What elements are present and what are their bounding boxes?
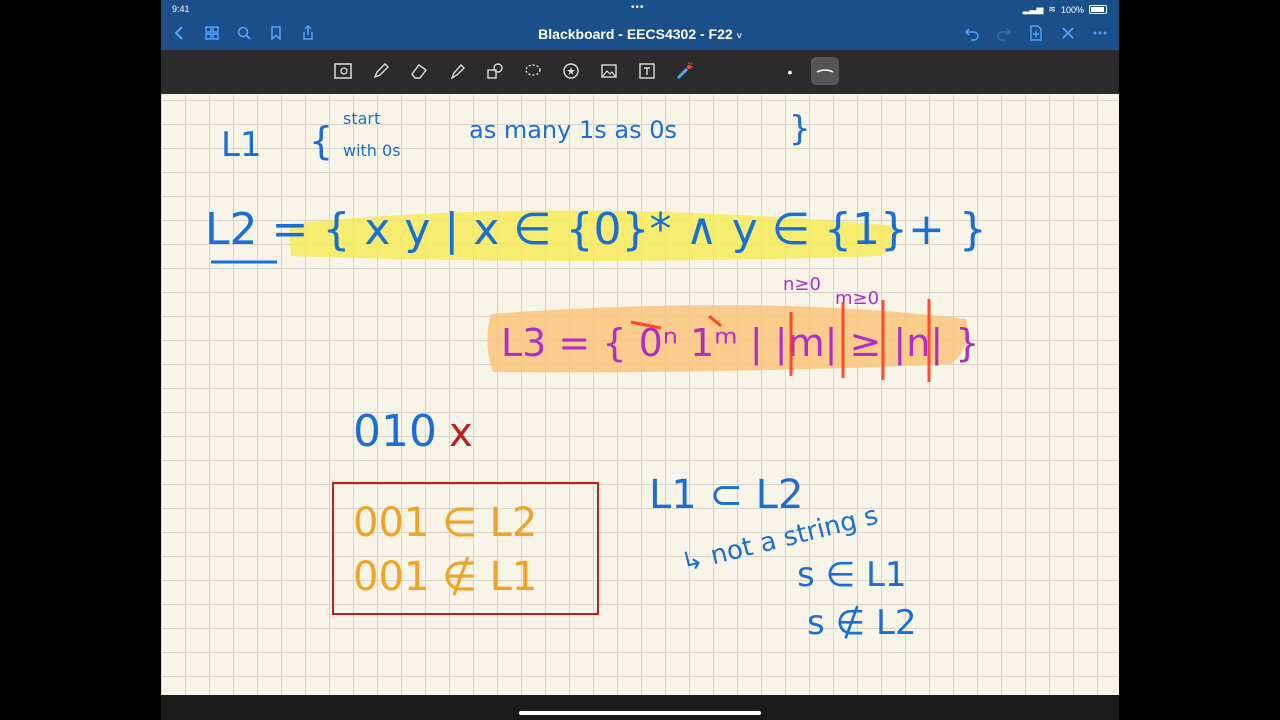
bottom-strip [161,695,1119,720]
scan-tool-icon[interactable] [329,57,357,85]
clock: 9:41 [172,4,190,14]
highlighter-icon[interactable] [443,57,471,85]
sticker-icon[interactable] [557,57,585,85]
s-in-l1: s ∈ L1 [797,555,907,595]
add-page-icon[interactable] [1027,24,1045,42]
text-box-icon[interactable] [633,57,661,85]
l3-cond-n: n≥0 [783,274,821,295]
tool-bar: • [161,50,1119,94]
undo-icon[interactable] [963,24,981,42]
ipad-screen: 9:41 ••• ▂▃▅ ≋ 100% Blackboard - EECS430… [161,0,1119,720]
status-bar: 9:41 ••• ▂▃▅ ≋ 100% [161,0,1119,18]
handwriting-canvas: L1 { start with 0s as many 1s as 0s } L2… [205,109,987,643]
title-text: Blackboard - EECS4302 - F22 [538,26,733,42]
battery-percent: 100% [1060,4,1084,15]
s-not-in-l2: s ∉ L2 [807,603,917,643]
image-icon[interactable] [595,57,623,85]
eraser-icon[interactable] [405,57,433,85]
redo-icon[interactable] [995,24,1013,42]
l1-condition: as many 1s as 0s [469,116,677,144]
more-options-icon[interactable] [1091,24,1109,42]
l1-label: L1 [221,125,262,165]
box-line-1: 001 ∈ L2 [353,500,537,546]
laser-pointer-icon[interactable] [671,57,699,85]
notebook-page[interactable]: L1 { start with 0s as many 1s as 0s } L2… [161,94,1119,695]
nav-bar: Blackboard - EECS4302 - F22 ˅ [161,18,1119,50]
try-mark: x [449,410,473,456]
try-string: 010 [353,406,437,457]
l3-definition: L3 = { 0ⁿ 1ᵐ | |m| ≥ |n| } [501,321,979,366]
multitasking-dots-icon[interactable]: ••• [631,2,645,13]
l1-with-word: with 0s [343,141,401,160]
wifi-icon: ≋ [1048,4,1056,14]
l1-close-brace: } [789,109,811,149]
dot-size-option[interactable]: • [777,59,803,85]
l1-open-brace: { [309,119,333,163]
l1-start-word: start [343,109,380,128]
home-indicator[interactable] [519,711,761,715]
close-icon[interactable] [1059,24,1077,42]
title-chevron-icon: ˅ [736,31,742,41]
subset-statement: L1 ⊂ L2 [649,472,803,518]
box-line-2: 001 ∉ L1 [353,554,537,600]
l2-definition: L2 = { x y | x ∈ {0}* ∧ y ∈ {1}+ } [205,204,987,255]
lasso-icon[interactable] [519,57,547,85]
signal-icon: ▂▃▅ [1022,4,1044,14]
pen-icon[interactable] [367,57,395,85]
battery-icon [1089,5,1107,14]
laser-trail-option[interactable] [811,57,839,85]
shapes-icon[interactable] [481,57,509,85]
